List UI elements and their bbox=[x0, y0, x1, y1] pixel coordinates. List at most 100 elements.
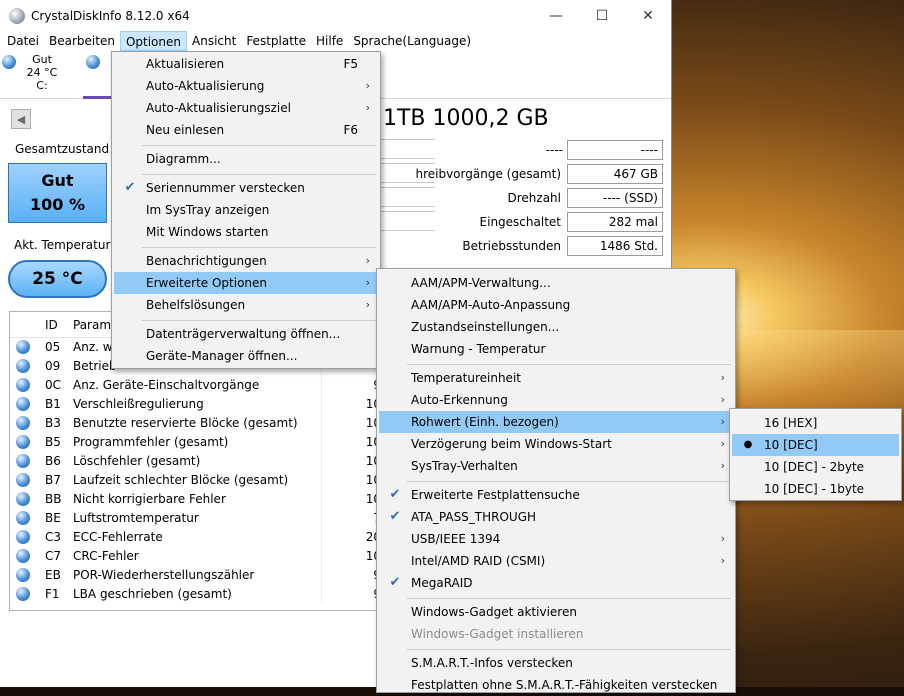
menu-megaraid[interactable]: ✔ MegaRAID bbox=[379, 572, 733, 594]
menu-raw-dec-1byte[interactable]: 10 [DEC] - 1byte bbox=[732, 478, 899, 500]
menu-raw-dec[interactable]: ● 10 [DEC] bbox=[732, 434, 899, 456]
maximize-button[interactable]: ☐ bbox=[579, 0, 625, 31]
status-orb-icon bbox=[16, 530, 30, 544]
menu-notifications[interactable]: Benachrichtigungen › bbox=[114, 250, 378, 272]
attr-id: B7 bbox=[45, 473, 61, 487]
info-value: 282 mal bbox=[567, 211, 663, 232]
attr-id: 09 bbox=[45, 359, 61, 373]
status-orb-icon bbox=[16, 454, 30, 468]
menu-hilfe[interactable]: Hilfe bbox=[311, 31, 348, 51]
menu-raw-dec-2byte[interactable]: 10 [DEC] - 2byte bbox=[732, 456, 899, 478]
menu-festplatte[interactable]: Festplatte bbox=[241, 31, 311, 51]
menu-auto-detect[interactable]: Auto-Erkennung › bbox=[379, 389, 733, 411]
attr-name: CRC-Fehler bbox=[73, 549, 139, 563]
menu-ansicht[interactable]: Ansicht bbox=[187, 31, 241, 51]
info-key: Betriebsstunden bbox=[462, 238, 561, 253]
menu-disk-management[interactable]: Datenträgerverwaltung öffnen... bbox=[114, 323, 378, 345]
attr-id: B1 bbox=[45, 397, 61, 411]
attr-name: Luftstromtemperatur bbox=[73, 511, 199, 525]
menu-temp-warning[interactable]: Warnung - Temperatur bbox=[379, 338, 733, 360]
info-value: ---- (SSD) bbox=[567, 187, 663, 208]
menu-device-manager[interactable]: Geräte-Manager öffnen... bbox=[114, 345, 378, 367]
options-menu: Aktualisieren F5 Auto-Aktualisierung › Aut… bbox=[111, 51, 381, 369]
menu-raw-hex[interactable]: 16 [HEX] bbox=[732, 412, 899, 434]
menu-datei[interactable]: Datei bbox=[2, 31, 44, 51]
attr-id: C3 bbox=[45, 530, 62, 544]
menu-refresh[interactable]: Aktualisieren F5 bbox=[114, 53, 378, 75]
menu-health-settings[interactable]: Zustandseinstellungen... bbox=[379, 316, 733, 338]
attr-name: Benutzte reservierte Blöcke (gesamt) bbox=[73, 416, 298, 430]
menu-systray[interactable]: Im SysTray anzeigen bbox=[114, 199, 378, 221]
attr-id: 0C bbox=[45, 378, 62, 392]
menu-sprache[interactable]: Sprache(Language) bbox=[348, 31, 476, 51]
chevron-right-icon: › bbox=[720, 393, 725, 406]
attr-name: Nicht korrigierbare Fehler bbox=[73, 492, 226, 506]
menu-rescan[interactable]: Neu einlesen F6 bbox=[114, 119, 378, 141]
info-value: ---- bbox=[567, 139, 663, 160]
menu-optionen[interactable]: Optionen bbox=[119, 31, 187, 51]
checkmark-icon: ✔ bbox=[389, 487, 401, 502]
menu-raw-value[interactable]: Rohwert (Einh. bezogen) › bbox=[379, 411, 733, 433]
raw-value-menu: 16 [HEX] ● 10 [DEC] 10 [DEC] - 2byte 10 [… bbox=[729, 408, 902, 501]
menu-workarounds[interactable]: Behelfslösungen › bbox=[114, 294, 378, 316]
info-value: 1486 Std. bbox=[567, 235, 663, 256]
chevron-right-icon: › bbox=[720, 415, 725, 428]
status-orb-icon bbox=[16, 378, 30, 392]
status-orb-icon bbox=[16, 359, 30, 373]
status-orb-icon bbox=[16, 587, 30, 601]
menu-startup[interactable]: Mit Windows starten bbox=[114, 221, 378, 243]
health-status: Gut bbox=[41, 171, 74, 190]
disk-status-orb-2[interactable] bbox=[86, 55, 100, 69]
menu-advanced-options[interactable]: Erweiterte Optionen › bbox=[114, 272, 378, 294]
disk-temp: 24 °C bbox=[26, 66, 58, 79]
info-row: hreibvorgänge (gesamt) 467 GB bbox=[383, 163, 663, 184]
menu-auto-refresh-target[interactable]: Auto-Aktualisierungsziel › bbox=[114, 97, 378, 119]
menu-separator bbox=[407, 649, 731, 650]
attr-name: Anz. Geräte-Einschaltvorgänge bbox=[73, 378, 260, 392]
chevron-right-icon: › bbox=[720, 437, 725, 450]
menu-raid-csmi[interactable]: Intel/AMD RAID (CSMI) › bbox=[379, 550, 733, 572]
disk-tab-c[interactable]: Gut 24 °C C: bbox=[7, 53, 77, 92]
column-id[interactable]: ID bbox=[45, 318, 58, 332]
menu-gadget-install: Windows-Gadget installieren bbox=[411, 627, 584, 641]
menu-advanced-disk-search[interactable]: ✔ Erweiterte Festplattensuche bbox=[379, 484, 733, 506]
attr-id: C7 bbox=[45, 549, 62, 563]
attr-name: Verschleißregulierung bbox=[73, 397, 204, 411]
menu-ata-pass-through[interactable]: ✔ ATA_PASS_THROUGH bbox=[379, 506, 733, 528]
attr-id: 05 bbox=[45, 340, 61, 354]
minimize-button[interactable]: — bbox=[533, 0, 579, 31]
status-orb-icon bbox=[16, 435, 30, 449]
health-status-box: Gut 100 % bbox=[8, 163, 107, 223]
attr-id: B3 bbox=[45, 416, 61, 430]
info-row: Betriebsstunden 1486 Std. bbox=[383, 235, 663, 256]
attr-id: B6 bbox=[45, 454, 61, 468]
health-percent: 100 % bbox=[30, 195, 85, 214]
menu-usb-ieee1394[interactable]: USB/IEEE 1394 › bbox=[379, 528, 733, 550]
menu-separator bbox=[407, 481, 731, 482]
menu-auto-refresh[interactable]: Auto-Aktualisierung › bbox=[114, 75, 378, 97]
menu-aam-apm-auto[interactable]: AAM/APM-Auto-Anpassung bbox=[379, 294, 733, 316]
menu-bar: Datei Bearbeiten Optionen Ansicht Festpl… bbox=[0, 31, 671, 51]
checkmark-icon: ✔ bbox=[124, 180, 136, 195]
checkmark-icon: ✔ bbox=[389, 575, 401, 590]
menu-graph[interactable]: Diagramm... bbox=[114, 148, 378, 170]
menu-separator bbox=[142, 145, 376, 146]
status-orb-icon bbox=[16, 473, 30, 487]
menu-bearbeiten[interactable]: Bearbeiten bbox=[44, 31, 120, 51]
close-button[interactable]: ✕ bbox=[625, 0, 671, 31]
attr-id: BB bbox=[45, 492, 62, 506]
info-value: ---- bbox=[545, 142, 563, 157]
previous-disk-button[interactable]: ◀ bbox=[11, 109, 31, 129]
menu-startup-delay[interactable]: Verzögerung beim Windows-Start › bbox=[379, 433, 733, 455]
attr-name: ECC-Fehlerrate bbox=[73, 530, 163, 544]
menu-hide-serial[interactable]: ✔ Seriennummer verstecken bbox=[114, 177, 378, 199]
menu-hide-no-smart[interactable]: Festplatten ohne S.M.A.R.T.-Fähigkeiten … bbox=[379, 674, 733, 696]
chevron-right-icon: › bbox=[720, 371, 725, 384]
menu-systray-behavior[interactable]: SysTray-Verhalten › bbox=[379, 455, 733, 477]
menu-aam-apm[interactable]: AAM/APM-Verwaltung... bbox=[379, 272, 733, 294]
attr-id: BE bbox=[45, 511, 61, 525]
menu-temp-unit[interactable]: Temperatureinheit › bbox=[379, 367, 733, 389]
menu-gadget-enable[interactable]: Windows-Gadget aktivieren bbox=[379, 601, 733, 623]
attr-name: Programmfehler (gesamt) bbox=[73, 435, 229, 449]
menu-hide-smart[interactable]: S.M.A.R.T.-Infos verstecken bbox=[379, 652, 733, 674]
